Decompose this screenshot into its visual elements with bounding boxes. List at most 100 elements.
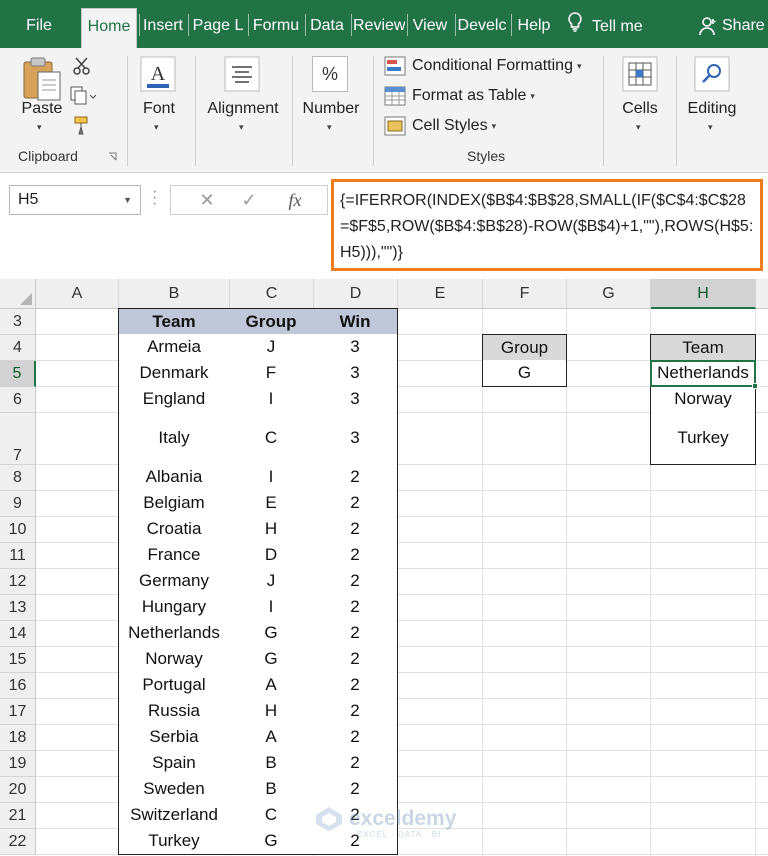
table-cell[interactable]: 3 [313,360,398,387]
format-as-table-button[interactable]: Format as Table ▾ [384,83,535,109]
table-cell[interactable]: Turkey [118,828,230,855]
table-cell[interactable]: A [229,672,314,699]
result-cell-active[interactable]: Netherlands [650,360,756,387]
table-cell[interactable]: Italy [118,412,230,465]
table-cell[interactable]: Switzerland [118,802,230,829]
row-header-12[interactable]: 12 [0,569,36,595]
table-cell[interactable]: Netherlands [118,620,230,647]
table-cell[interactable]: 2 [313,776,398,803]
column-header-e[interactable]: E [398,279,483,309]
number-dropdown-icon[interactable]: ▾ [327,122,332,133]
table-header-cell[interactable]: Win [313,308,398,335]
table-cell[interactable]: Croatia [118,516,230,543]
editing-button[interactable] [694,56,730,97]
tab-developer[interactable]: Develc [457,12,507,40]
row-header-15[interactable]: 15 [0,647,36,673]
row-header-20[interactable]: 20 [0,777,36,803]
table-cell[interactable]: England [118,386,230,413]
alignment-button[interactable] [224,56,260,97]
cancel-formula-icon[interactable]: ✕ [189,186,225,214]
table-cell[interactable]: F [229,360,314,387]
formula-input[interactable]: {=IFERROR(INDEX($B$4:$B$28,SMALL(IF($C$4… [331,179,763,271]
row-header-6[interactable]: 6 [0,387,36,413]
dialog-launcher-icon[interactable] [108,152,117,161]
table-cell[interactable]: H [229,516,314,543]
worksheet-grid[interactable]: ABCDEFGH 3 4 5 6 7 8 9 10 11 12 13 14 15 16 17 18 19 20 21… [0,279,768,856]
row-header-17[interactable]: 17 [0,699,36,725]
column-header-f[interactable]: F [483,279,567,309]
table-cell[interactable]: 2 [313,594,398,621]
cells-dropdown-icon[interactable]: ▾ [636,122,641,133]
table-cell[interactable]: Russia [118,698,230,725]
cells-button[interactable] [622,56,658,97]
name-box[interactable]: H5 ▼ [9,185,141,215]
row-header-19[interactable]: 19 [0,751,36,777]
tab-formulas[interactable]: Formu [250,12,302,40]
table-cell[interactable]: B [229,750,314,777]
tab-home[interactable]: Home [81,8,137,48]
column-header-a[interactable]: A [36,279,119,309]
tab-view[interactable]: View [409,12,451,40]
row-header-22[interactable]: 22 [0,829,36,855]
table-cell[interactable]: 2 [313,724,398,751]
editing-dropdown-icon[interactable]: ▾ [708,122,713,133]
table-cell[interactable]: 3 [313,386,398,413]
tell-me-search[interactable]: Tell me [568,12,643,40]
cell-styles-button[interactable]: Cell Styles ▾ [384,113,496,139]
column-header-h[interactable]: H [651,279,756,309]
table-cell[interactable]: Portugal [118,672,230,699]
tab-insert[interactable]: Insert [140,12,186,40]
row-header-16[interactable]: 16 [0,673,36,699]
table-cell[interactable]: 3 [313,334,398,361]
table-cell[interactable]: Albania [118,464,230,491]
table-cell[interactable]: Denmark [118,360,230,387]
row-header-4[interactable]: 4 [0,335,36,361]
row-header-9[interactable]: 9 [0,491,36,517]
table-cell[interactable]: 2 [313,568,398,595]
tab-help[interactable]: Help [513,12,555,40]
tab-file[interactable]: File [14,12,64,40]
table-cell[interactable]: H [229,698,314,725]
formula-bar-grip-icon[interactable]: · · · [152,184,162,212]
paste-dropdown-icon[interactable]: ▾ [37,122,42,133]
tab-review[interactable]: Review [353,12,405,40]
select-all-button[interactable] [0,279,36,309]
result-cell[interactable]: Norway [650,386,756,413]
insert-function-icon[interactable]: fx [277,186,313,214]
row-header-13[interactable]: 13 [0,595,36,621]
table-cell[interactable]: B [229,776,314,803]
tab-data[interactable]: Data [307,12,347,40]
row-header-14[interactable]: 14 [0,621,36,647]
column-header-c[interactable]: C [230,279,314,309]
share-button[interactable]: Share [698,12,765,40]
table-cell[interactable]: 2 [313,672,398,699]
table-cell[interactable]: I [229,594,314,621]
row-header-8[interactable]: 8 [0,465,36,491]
table-cell[interactable]: 3 [313,412,398,465]
table-cell[interactable]: G [229,646,314,673]
table-cell[interactable]: Germany [118,568,230,595]
table-cell[interactable]: G [229,828,314,855]
table-cell[interactable]: 2 [313,516,398,543]
row-header-21[interactable]: 21 [0,803,36,829]
table-cell[interactable]: 2 [313,620,398,647]
table-cell[interactable]: 2 [313,698,398,725]
row-header-10[interactable]: 10 [0,517,36,543]
font-button[interactable]: A [140,56,176,97]
row-header-18[interactable]: 18 [0,725,36,751]
table-cell[interactable]: J [229,568,314,595]
table-cell[interactable]: 2 [313,464,398,491]
row-header-5[interactable]: 5 [0,361,36,387]
table-cell[interactable]: I [229,386,314,413]
table-cell[interactable]: Sweden [118,776,230,803]
table-cell[interactable]: 2 [313,646,398,673]
table-cell[interactable]: A [229,724,314,751]
table-cell[interactable]: Serbia [118,724,230,751]
table-cell[interactable]: E [229,490,314,517]
table-cell[interactable]: D [229,542,314,569]
table-cell[interactable]: Hungary [118,594,230,621]
format-painter-icon[interactable] [72,114,94,136]
table-cell[interactable]: C [229,802,314,829]
font-dropdown-icon[interactable]: ▾ [154,122,159,133]
tab-page-layout[interactable]: Page L [190,12,246,40]
